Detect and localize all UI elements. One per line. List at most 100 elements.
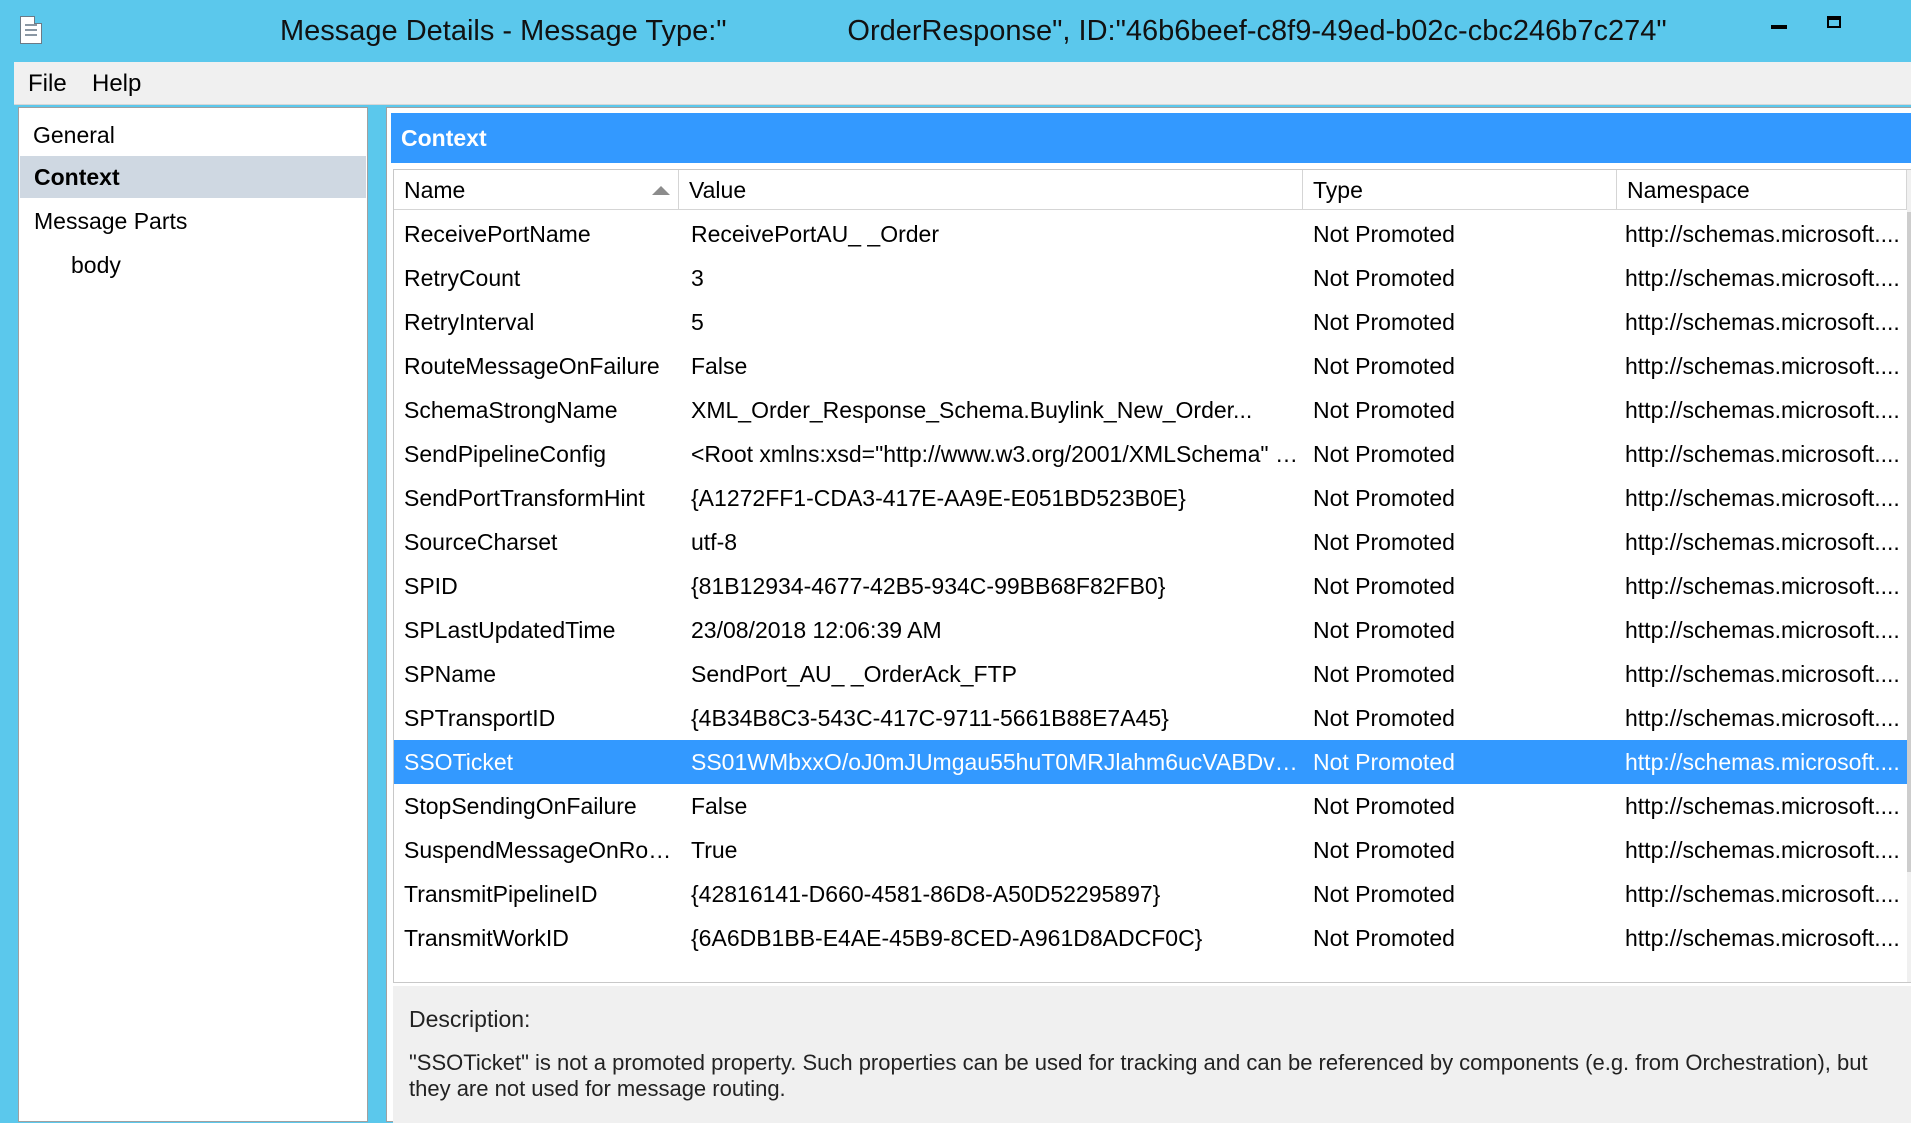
table-row[interactable]: SPID {81B12934-4677-42B5-934C-99BB68F82FB… [394, 564, 1907, 608]
context-grid: Name Value Type Namespace ReceivePortNam… [393, 169, 1911, 983]
table-row[interactable]: RetryCount 3 Not Promoted http://schemas.mi… [394, 256, 1907, 300]
cell-value: False [691, 353, 748, 379]
table-row[interactable]: SourceCharset utf-8 Not Promoted http://sch… [394, 520, 1907, 564]
cell-value: 23/08/2018 12:06:39 AM [691, 617, 942, 643]
minimize-button[interactable] [1755, 0, 1803, 44]
cell-value: {81B12934-4677-42B5-934C-99BB68F82FB0} [691, 573, 1166, 599]
scrollbar-thumb[interactable] [1907, 212, 1911, 872]
nav-item-body[interactable]: body [19, 244, 367, 286]
description-pane: Description: "SSOTicket" is not a promot… [393, 986, 1911, 1123]
cell-namespace: http://schemas.microsoft.... [1625, 309, 1900, 335]
close-button[interactable] [1865, 0, 1911, 44]
table-row[interactable]: SSOTicket SS01WMbxxO/oJ0mJUmgau55huT0MRJl… [394, 740, 1907, 784]
cell-name: SPTransportID [404, 705, 556, 731]
cell-type: Not Promoted [1313, 925, 1455, 951]
cell-type: Not Promoted [1313, 265, 1455, 291]
cell-namespace: http://schemas.microsoft.... [1625, 749, 1900, 775]
panel-title: Context [391, 113, 1911, 163]
table-row[interactable]: SPLastUpdatedTime 23/08/2018 12:06:39 AM N… [394, 608, 1907, 652]
cell-type: Not Promoted [1313, 749, 1455, 775]
cell-namespace: http://schemas.microsoft.... [1625, 617, 1900, 643]
cell-type: Not Promoted [1313, 397, 1455, 423]
cell-name: RetryCount [404, 265, 521, 291]
cell-namespace: http://schemas.microsoft.... [1625, 221, 1900, 247]
nav-item-context[interactable]: Context [20, 156, 366, 198]
cell-value: XML_Order_Response_Schema.Buylink_New_Or… [691, 397, 1253, 423]
window-title: Message Details - Message Type:" OrderRe… [280, 15, 1667, 47]
minimize-icon [1771, 25, 1787, 29]
cell-name: SPLastUpdatedTime [404, 617, 616, 643]
cell-name: SendPipelineConfig [404, 441, 607, 467]
table-row[interactable]: ReceivePortName ReceivePortAU_ _Order Not … [394, 212, 1907, 256]
menu-file[interactable]: File [28, 70, 67, 98]
cell-name: StopSendingOnFailure [404, 793, 637, 819]
cell-name: RouteMessageOnFailure [404, 353, 660, 379]
table-row[interactable]: SuspendMessageOnRouti... True Not Promoted… [394, 828, 1907, 872]
cell-name: SourceCharset [404, 529, 558, 555]
cell-type: Not Promoted [1313, 485, 1455, 511]
cell-value: False [691, 793, 748, 819]
document-icon[interactable] [20, 16, 42, 44]
cell-type: Not Promoted [1313, 221, 1455, 247]
maximize-button[interactable] [1810, 0, 1858, 44]
cell-type: Not Promoted [1313, 309, 1455, 335]
cell-name: TransmitWorkID [404, 925, 569, 951]
cell-type: Not Promoted [1313, 617, 1455, 643]
cell-namespace: http://schemas.microsoft.... [1625, 661, 1900, 687]
table-row[interactable]: TransmitPipelineID {42816141-D660-4581-86… [394, 872, 1907, 916]
cell-value: {A1272FF1-CDA3-417E-AA9E-E051BD523B0E} [691, 485, 1186, 511]
cell-value: {4B34B8C3-543C-417C-9711-5661B88E7A45} [691, 705, 1169, 731]
cell-value: utf-8 [691, 529, 738, 555]
cell-name: ReceivePortName [404, 221, 591, 247]
cell-name: RetryInterval [404, 309, 535, 335]
column-header-namespace[interactable]: Namespace [1617, 170, 1907, 210]
column-header-value[interactable]: Value [679, 170, 1303, 210]
cell-namespace: http://schemas.microsoft.... [1625, 485, 1900, 511]
column-header-type[interactable]: Type [1303, 170, 1617, 210]
cell-namespace: http://schemas.microsoft.... [1625, 441, 1900, 467]
sort-ascending-icon [652, 186, 670, 195]
menu-help[interactable]: Help [92, 70, 141, 98]
cell-value: SS01WMbxxO/oJ0mJUmgau55huT0MRJlahm6ucVAB… [691, 749, 1303, 775]
column-header-label: Value [689, 177, 747, 203]
nav-item-message-parts[interactable]: Message Parts [19, 200, 367, 242]
cell-namespace: http://schemas.microsoft.... [1625, 793, 1900, 819]
context-panel: Context Name Value Type Namespace Receiv… [386, 107, 1911, 1123]
nav-item-general[interactable]: General [19, 114, 367, 156]
column-header-name[interactable]: Name [394, 170, 679, 210]
column-header-label: Name [404, 177, 466, 203]
cell-value: 3 [691, 265, 704, 291]
column-header-label: Type [1313, 177, 1363, 203]
cell-value: ReceivePortAU_ _Order [691, 221, 939, 247]
table-row[interactable]: RetryInterval 5 Not Promoted http://schemas… [394, 300, 1907, 344]
table-row[interactable]: TransmitWorkID {6A6DB1BB-E4AE-45B9-8CED-A… [394, 916, 1907, 960]
cell-type: Not Promoted [1313, 837, 1455, 863]
table-row[interactable]: RouteMessageOnFailure False Not Promoted ht… [394, 344, 1907, 388]
table-row[interactable]: SendPipelineConfig <Root xmlns:xsd="http:… [394, 432, 1907, 476]
table-row[interactable]: StopSendingOnFailure False Not Promoted htt… [394, 784, 1907, 828]
cell-name: SchemaStrongName [404, 397, 618, 423]
cell-value: 5 [691, 309, 704, 335]
cell-namespace: http://schemas.microsoft.... [1625, 397, 1900, 423]
grid-rows: ReceivePortName ReceivePortAU_ _Order Not … [394, 212, 1911, 960]
cell-value: {6A6DB1BB-E4AE-45B9-8CED-A961D8ADCF0C} [691, 925, 1203, 951]
cell-namespace: http://schemas.microsoft.... [1625, 529, 1900, 555]
cell-namespace: http://schemas.microsoft.... [1625, 353, 1900, 379]
table-row[interactable]: SPName SendPort_AU_ _OrderAck_FTP Not Prom… [394, 652, 1907, 696]
cell-name: SuspendMessageOnRouti... [404, 837, 679, 863]
grid-header: Name Value Type Namespace [394, 170, 1911, 210]
cell-type: Not Promoted [1313, 661, 1455, 687]
title-bar[interactable]: Message Details - Message Type:" OrderRe… [0, 0, 1911, 62]
nav-tree: General Context Message Parts body [18, 107, 368, 1122]
table-row[interactable]: SendPortTransformHint {A1272FF1-CDA3-417E… [394, 476, 1907, 520]
cell-type: Not Promoted [1313, 573, 1455, 599]
cell-namespace: http://schemas.microsoft.... [1625, 837, 1900, 863]
table-row[interactable]: SchemaStrongName XML_Order_Response_Sche… [394, 388, 1907, 432]
table-row[interactable]: SPTransportID {4B34B8C3-543C-417C-9711-56… [394, 696, 1907, 740]
cell-type: Not Promoted [1313, 529, 1455, 555]
cell-name: SendPortTransformHint [404, 485, 645, 511]
cell-value: {42816141-D660-4581-86D8-A50D52295897} [691, 881, 1161, 907]
cell-name: SPID [404, 573, 458, 599]
cell-name: SPName [404, 661, 497, 687]
cell-type: Not Promoted [1313, 441, 1455, 467]
